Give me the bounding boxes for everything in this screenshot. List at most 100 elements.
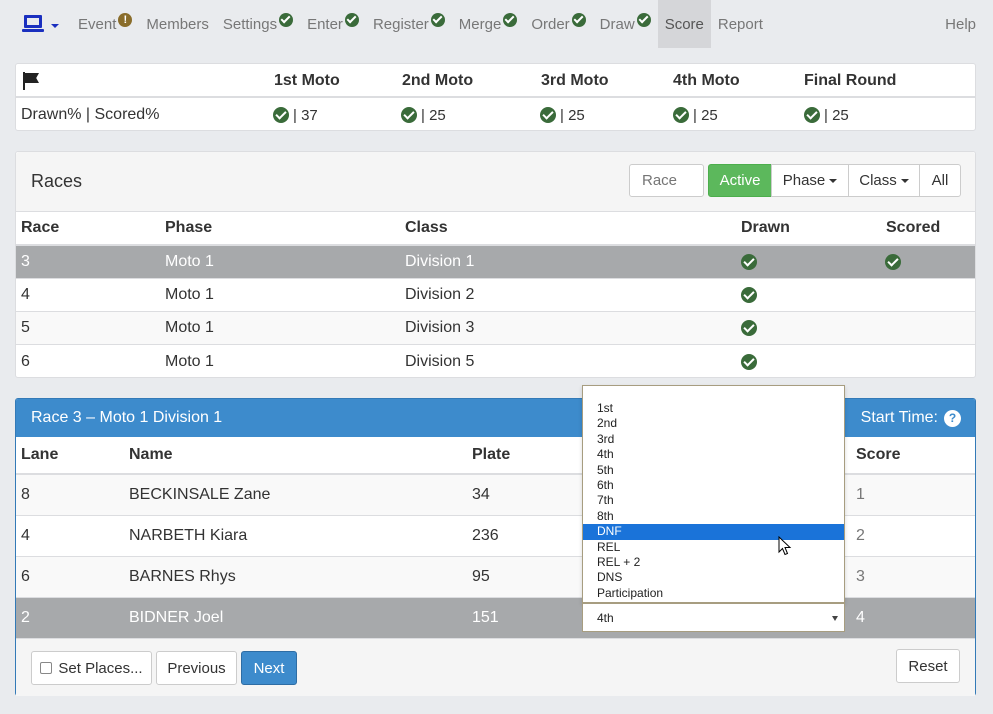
place-option[interactable]: 4th <box>583 447 844 462</box>
place-option[interactable]: 5th <box>583 463 844 478</box>
set-places-checkbox[interactable] <box>40 662 53 674</box>
start-time: Start Time: ? <box>861 409 961 427</box>
score-cell: 3 <box>856 568 865 585</box>
race-phase: Moto 1 <box>165 319 214 336</box>
drawn-cell <box>741 246 757 278</box>
nav-help[interactable]: Help <box>938 0 983 48</box>
col-header-lane: Lane <box>21 446 59 463</box>
previous-button[interactable]: Previous <box>156 651 237 685</box>
race-detail-title: Race 3 – Moto 1 Division 1 <box>31 409 223 426</box>
place-option[interactable]: 8th <box>583 509 844 524</box>
nav-order[interactable]: Order <box>524 0 592 48</box>
check-circle-icon <box>503 13 518 27</box>
place-option[interactable]: REL + 2 <box>583 555 844 570</box>
phase-filter-dropdown[interactable]: Phase <box>771 164 849 197</box>
lane-cell: 6 <box>21 568 30 585</box>
nav-event[interactable]: Event! <box>71 0 139 48</box>
score-cell: 4 <box>856 609 865 626</box>
check-circle-icon <box>741 353 757 370</box>
nav-register[interactable]: Register <box>366 0 452 48</box>
lane-cell: 8 <box>21 486 30 503</box>
check-circle-icon <box>401 107 417 123</box>
progress-value: | 25 <box>804 98 849 132</box>
rider-name-cell: BECKINSALE Zane <box>129 486 271 503</box>
race-number: 3 <box>21 253 30 270</box>
race-row[interactable]: 5 Moto 1 Division 3 <box>16 312 975 345</box>
check-circle-icon <box>279 13 294 27</box>
plate-cell: 151 <box>472 609 499 626</box>
col-header-drawn: Drawn <box>741 219 790 236</box>
race-row[interactable]: 4 Moto 1 Division 2 <box>16 279 975 312</box>
race-detail-footer: Set Places... Previous Next Reset <box>16 638 975 696</box>
all-filter-button[interactable]: All <box>919 164 961 197</box>
nav-draw[interactable]: Draw <box>593 0 658 48</box>
races-panel: Races Active Phase Class All Race Phase … <box>15 151 976 378</box>
mouse-cursor-icon <box>778 536 792 556</box>
app-menu-dropdown[interactable] <box>0 0 71 48</box>
check-circle-icon <box>741 254 757 270</box>
place-option-highlighted[interactable]: DNF <box>583 524 844 540</box>
place-option[interactable]: 3rd <box>583 432 844 447</box>
col-header-name: Name <box>129 446 173 463</box>
place-option[interactable]: Participation <box>583 586 844 601</box>
races-title: Races <box>31 171 83 191</box>
race-filter-input[interactable] <box>629 164 704 197</box>
place-select-options: 1st 2nd 3rd 4th 5th 6th 7th 8th DNF REL … <box>582 385 845 603</box>
caret-down-icon <box>900 178 909 183</box>
race-row[interactable]: 6 Moto 1 Division 5 <box>16 345 975 378</box>
place-option[interactable]: DNS <box>583 570 844 585</box>
progress-value: | 37 <box>273 98 318 132</box>
set-places-button[interactable]: Set Places... <box>31 651 152 685</box>
race-phase: Moto 1 <box>165 286 214 303</box>
next-button[interactable]: Next <box>241 651 297 685</box>
check-circle-icon <box>673 107 689 123</box>
class-filter-dropdown[interactable]: Class <box>848 164 920 197</box>
reset-button[interactable]: Reset <box>896 649 960 683</box>
race-class: Division 5 <box>405 352 475 370</box>
race-number: 6 <box>21 352 30 370</box>
score-cell: 1 <box>856 486 865 503</box>
progress-value: | 25 <box>540 98 585 132</box>
place-option[interactable]: REL <box>583 540 844 555</box>
col-header-class: Class <box>405 219 448 236</box>
caret-down-icon <box>51 24 59 28</box>
races-panel-header: Races Active Phase Class All <box>16 152 975 212</box>
question-circle-icon[interactable]: ? <box>944 409 961 427</box>
progress-col-header: 3rd Moto <box>541 72 609 89</box>
place-option[interactable]: 2nd <box>583 416 844 431</box>
place-option[interactable]: 1st <box>583 401 844 416</box>
col-header-phase: Phase <box>165 219 213 236</box>
nav-score[interactable]: Score <box>657 0 711 48</box>
race-phase: Moto 1 <box>165 352 214 370</box>
progress-value-row: Drawn% | Scored% | 37 | 25 | 25 | 25 | 2… <box>16 98 975 132</box>
rider-name-cell: BARNES Rhys <box>129 568 236 585</box>
race-row[interactable]: 3 Moto 1 Division 1 <box>16 246 975 279</box>
place-select[interactable]: 4th <box>582 603 845 632</box>
nav-settings[interactable]: Settings <box>216 0 300 48</box>
col-header-plate: Plate <box>472 446 511 463</box>
rider-name-cell: BIDNER Joel <box>129 609 224 626</box>
caret-down-icon <box>829 178 838 183</box>
race-class: Division 1 <box>405 253 475 270</box>
nav-report[interactable]: Report <box>711 0 770 48</box>
place-option[interactable]: 6th <box>583 478 844 493</box>
place-option[interactable]: 7th <box>583 493 844 508</box>
check-circle-icon <box>540 107 556 123</box>
laptop-icon <box>22 15 44 33</box>
drawn-cell <box>741 279 757 311</box>
top-navbar: Event! Members Settings Enter Register M… <box>0 0 993 48</box>
flag-icon-cell <box>22 64 40 98</box>
check-circle-icon <box>804 107 820 123</box>
nav-merge[interactable]: Merge <box>452 0 525 48</box>
nav-enter[interactable]: Enter <box>300 0 366 48</box>
check-circle-icon <box>885 254 901 270</box>
drawn-cell <box>741 312 757 344</box>
lane-cell: 4 <box>21 527 30 544</box>
progress-col-header: 2nd Moto <box>402 72 474 89</box>
nav-members[interactable]: Members <box>139 0 216 48</box>
active-filter-button[interactable]: Active <box>708 164 772 197</box>
plate-cell: 34 <box>472 486 490 503</box>
check-circle-icon <box>741 320 757 336</box>
progress-col-header: 4th Moto <box>673 72 740 89</box>
check-circle-icon <box>571 13 586 27</box>
